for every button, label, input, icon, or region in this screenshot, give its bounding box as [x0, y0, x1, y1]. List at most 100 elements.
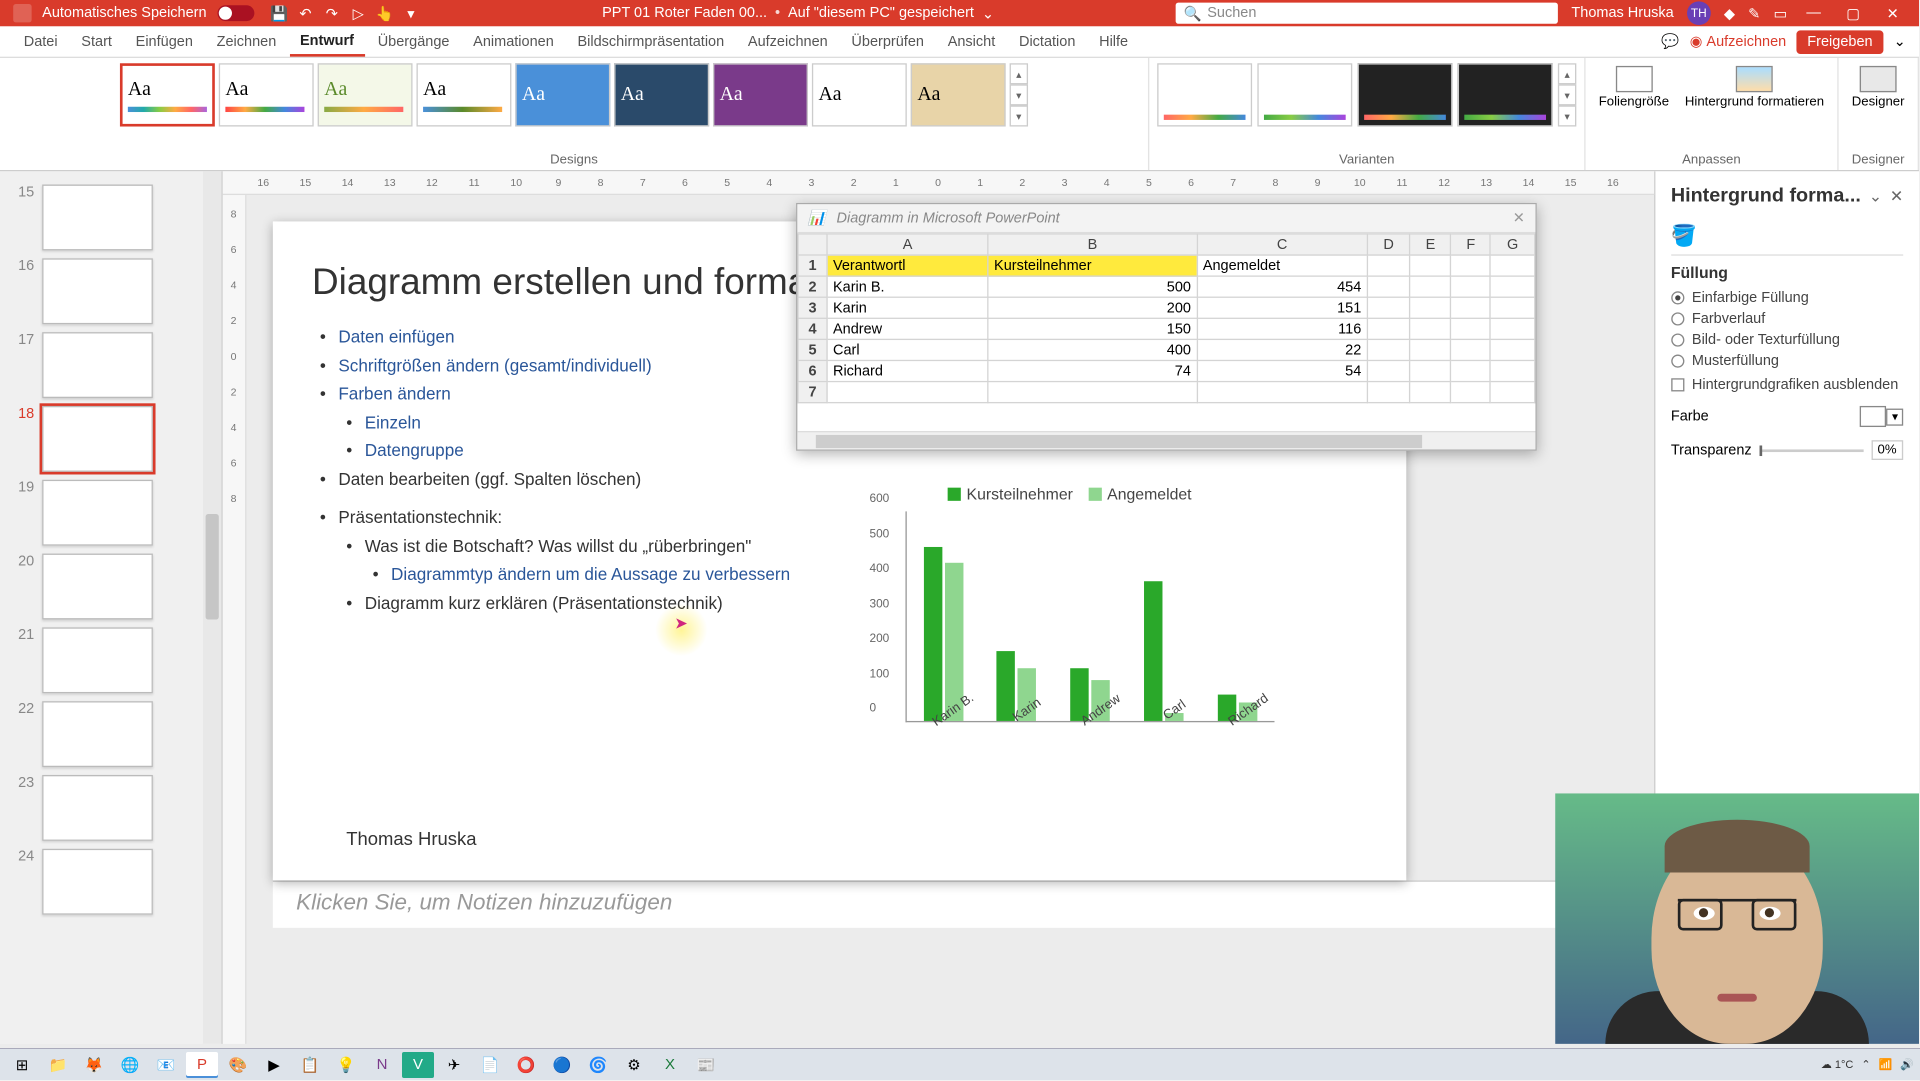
- chrome-icon[interactable]: 🌐: [114, 1052, 146, 1078]
- format-background-button[interactable]: Hintergrund formatieren: [1680, 63, 1830, 112]
- app-icon-4[interactable]: V: [402, 1052, 434, 1078]
- user-name[interactable]: Thomas Hruska: [1571, 5, 1673, 21]
- onenote-icon[interactable]: N: [366, 1052, 398, 1078]
- tab-animationen[interactable]: Animationen: [463, 28, 565, 54]
- color-picker[interactable]: [1860, 406, 1886, 427]
- theme-thumb[interactable]: Aa: [120, 63, 215, 126]
- telegram-icon[interactable]: ✈: [438, 1052, 470, 1078]
- slide-thumb-24[interactable]: 24: [11, 849, 211, 915]
- app-icon-6[interactable]: ⭕: [510, 1052, 542, 1078]
- app-icon-3[interactable]: 💡: [330, 1052, 362, 1078]
- data-grid[interactable]: ABCDEFG1VerantwortlKursteilnehmerAngemel…: [797, 233, 1535, 431]
- app-icon-8[interactable]: 🌀: [582, 1052, 614, 1078]
- variant-thumb[interactable]: [1458, 63, 1553, 126]
- excel-icon[interactable]: X: [654, 1052, 686, 1078]
- diamond-icon[interactable]: ◆: [1724, 5, 1735, 22]
- app-icon-7[interactable]: 🔵: [546, 1052, 578, 1078]
- outlook-icon[interactable]: 📧: [150, 1052, 182, 1078]
- hide-bg-graphics-check[interactable]: Hintergrundgrafiken ausblenden: [1671, 377, 1903, 393]
- slide-size-button[interactable]: Foliengröße: [1593, 63, 1674, 112]
- tab-hilfe[interactable]: Hilfe: [1089, 28, 1139, 54]
- variants-gallery[interactable]: ▴▾▾: [1157, 63, 1576, 126]
- tab-einfügen[interactable]: Einfügen: [125, 28, 203, 54]
- autosave-toggle[interactable]: [217, 5, 254, 21]
- fill-gradient-option[interactable]: Farbverlauf: [1671, 311, 1903, 327]
- document-name[interactable]: PPT 01 Roter Faden 00...: [602, 5, 767, 21]
- paint-bucket-icon[interactable]: 🪣: [1671, 225, 1697, 247]
- theme-thumb[interactable]: Aa: [614, 63, 709, 126]
- theme-thumb[interactable]: Aa: [416, 63, 511, 126]
- pen-icon[interactable]: ✎: [1748, 5, 1760, 22]
- tray-sound-icon[interactable]: 🔊: [1900, 1058, 1914, 1071]
- comments-icon[interactable]: 💬: [1661, 33, 1679, 50]
- tray-chevron-icon[interactable]: ⌃: [1861, 1058, 1870, 1071]
- thumbnails-scrollbar[interactable]: [203, 171, 221, 1044]
- maximize-button[interactable]: ▢: [1840, 4, 1866, 22]
- user-avatar[interactable]: TH: [1687, 1, 1711, 25]
- weather-widget[interactable]: ☁ 1°C: [1821, 1058, 1854, 1071]
- record-button[interactable]: ◉ Aufzeichnen: [1690, 33, 1786, 50]
- tray-network-icon[interactable]: 📶: [1879, 1058, 1893, 1071]
- chart[interactable]: Kursteilnehmer Angemeldet 01002003004005…: [866, 485, 1275, 788]
- variant-thumb[interactable]: [1157, 63, 1252, 126]
- pane-dropdown-icon[interactable]: ⌄: [1869, 186, 1882, 204]
- slide-thumb-23[interactable]: 23: [11, 775, 211, 841]
- data-grid-scrollbar[interactable]: [797, 431, 1535, 449]
- tab-überprüfen[interactable]: Überprüfen: [841, 28, 935, 54]
- app-icon-2[interactable]: 📋: [294, 1052, 326, 1078]
- redo-icon[interactable]: ↷: [323, 4, 341, 22]
- start-button[interactable]: ⊞: [6, 1052, 38, 1078]
- transparency-slider[interactable]: [1760, 449, 1863, 452]
- tab-bildschirmpräsentation[interactable]: Bildschirmpräsentation: [567, 28, 735, 54]
- slide-thumb-19[interactable]: 19: [11, 480, 211, 546]
- theme-gallery[interactable]: Aa Aa Aa Aa Aa Aa Aa Aa Aa ▴▾▾: [120, 63, 1028, 126]
- slide-thumb-22[interactable]: 22: [11, 701, 211, 767]
- share-button[interactable]: Freigeben: [1797, 30, 1883, 54]
- tab-ansicht[interactable]: Ansicht: [937, 28, 1006, 54]
- chart-data-window[interactable]: 📊 Diagramm in Microsoft PowerPoint ✕ ABC…: [796, 203, 1537, 451]
- tab-dictation[interactable]: Dictation: [1008, 28, 1085, 54]
- tab-start[interactable]: Start: [71, 28, 123, 54]
- notes-pane[interactable]: Klicken Sie, um Notizen hinzuzufügen: [272, 880, 1653, 927]
- minimize-button[interactable]: —: [1800, 4, 1826, 22]
- qat-more-icon[interactable]: ▾: [402, 4, 420, 22]
- slide-thumb-18[interactable]: 18: [11, 406, 211, 472]
- file-explorer-icon[interactable]: 📁: [42, 1052, 74, 1078]
- settings-icon[interactable]: ⚙: [618, 1052, 650, 1078]
- touch-mode-icon[interactable]: 👆: [375, 4, 393, 22]
- slide-thumb-15[interactable]: 15: [11, 185, 211, 251]
- slide-thumb-20[interactable]: 20: [11, 554, 211, 620]
- window-icon[interactable]: ▭: [1773, 5, 1787, 22]
- transparency-value[interactable]: 0%: [1871, 440, 1903, 460]
- vlc-icon[interactable]: ▶: [258, 1052, 290, 1078]
- theme-thumb[interactable]: Aa: [812, 63, 907, 126]
- tab-entwurf[interactable]: Entwurf: [289, 27, 364, 56]
- tab-zeichnen[interactable]: Zeichnen: [206, 28, 287, 54]
- powerpoint-icon[interactable]: P: [186, 1052, 218, 1078]
- theme-gallery-scroll[interactable]: ▴▾▾: [1010, 63, 1028, 126]
- app-icon-5[interactable]: 📄: [474, 1052, 506, 1078]
- color-dropdown-icon[interactable]: ▾: [1887, 408, 1904, 425]
- tab-übergänge[interactable]: Übergänge: [367, 28, 460, 54]
- theme-thumb[interactable]: Aa: [713, 63, 808, 126]
- fill-picture-option[interactable]: Bild- oder Texturfüllung: [1671, 332, 1903, 348]
- theme-thumb[interactable]: Aa: [318, 63, 413, 126]
- slide-thumb-17[interactable]: 17: [11, 332, 211, 398]
- firefox-icon[interactable]: 🦊: [78, 1052, 110, 1078]
- theme-thumb[interactable]: Aa: [219, 63, 314, 126]
- slide-thumb-16[interactable]: 16: [11, 258, 211, 324]
- data-window-close-icon[interactable]: ✕: [1513, 210, 1525, 227]
- fill-solid-option[interactable]: Einfarbige Füllung: [1671, 290, 1903, 306]
- save-icon[interactable]: 💾: [270, 4, 288, 22]
- designer-button[interactable]: Designer: [1846, 63, 1909, 112]
- undo-icon[interactable]: ↶: [296, 4, 314, 22]
- app-icon-9[interactable]: 📰: [690, 1052, 722, 1078]
- slide-thumb-21[interactable]: 21: [11, 627, 211, 693]
- tab-aufzeichnen[interactable]: Aufzeichnen: [737, 28, 838, 54]
- fill-pattern-option[interactable]: Musterfüllung: [1671, 353, 1903, 369]
- docname-chevron-icon[interactable]: ⌄: [982, 5, 994, 22]
- variant-thumb[interactable]: [1257, 63, 1352, 126]
- pane-close-icon[interactable]: ✕: [1890, 186, 1903, 204]
- from-beginning-icon[interactable]: ▷: [349, 4, 367, 22]
- search-box[interactable]: 🔍 Suchen: [1176, 3, 1558, 24]
